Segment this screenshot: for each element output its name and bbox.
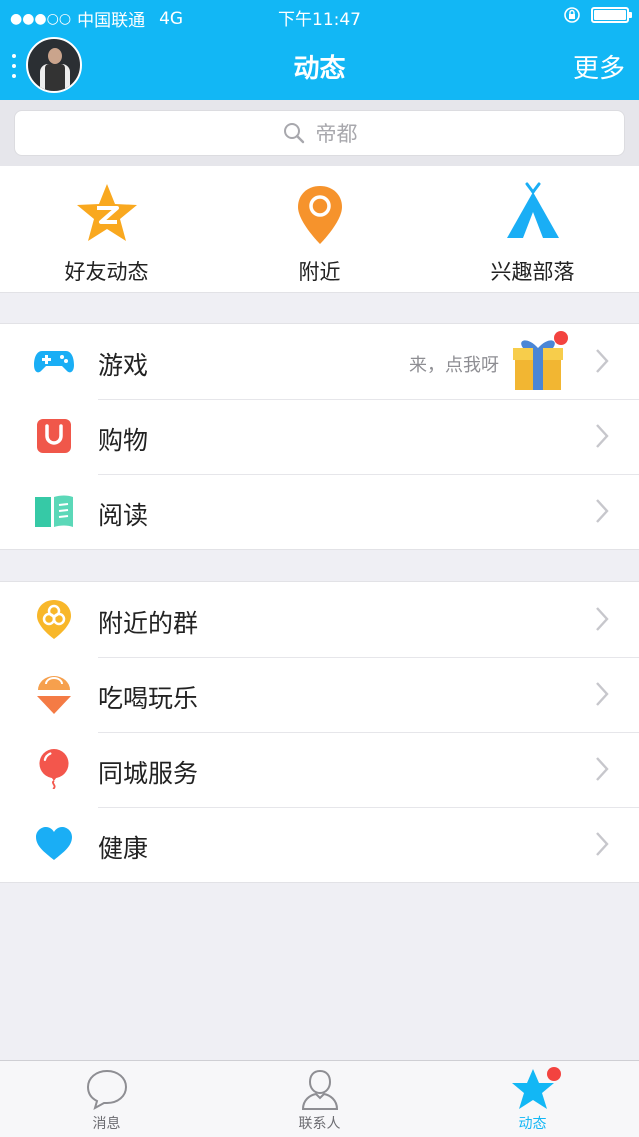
item-label: 健康	[98, 834, 149, 863]
quick-item-nearby[interactable]: 附近	[213, 182, 426, 286]
search-icon	[283, 123, 304, 144]
item-label: 吃喝玩乐	[98, 684, 199, 713]
list-item-food-fun[interactable]: 吃喝玩乐	[0, 657, 639, 732]
page-title: 动态	[293, 54, 346, 84]
list-item-nearby-groups[interactable]: 附近的群	[0, 582, 639, 657]
ice-cream-icon	[37, 676, 71, 714]
chevron-right-icon	[596, 832, 609, 856]
search-area: 帝都	[0, 100, 639, 166]
tab-label: 动态	[518, 1116, 547, 1132]
promo-text: 来，点我呀	[409, 355, 499, 376]
tab-label: 联系人	[298, 1116, 341, 1132]
item-label: 阅读	[98, 501, 149, 530]
heart-icon	[36, 827, 72, 860]
chevron-right-icon	[596, 349, 609, 373]
rotation-lock-icon	[564, 7, 580, 23]
list-item-city-services[interactable]: 同城服务	[0, 732, 639, 807]
status-time: 下午11:47	[278, 10, 361, 30]
nav-bar: 动态 更多	[0, 34, 639, 100]
shopping-bag-icon	[37, 419, 71, 453]
list-group-2: 附近的群 吃喝玩乐 同城服务 健康	[0, 581, 639, 883]
tab-messages[interactable]: 消息	[0, 1067, 213, 1133]
quick-label: 好友动态	[64, 260, 149, 284]
quick-item-interest-tribe[interactable]: 兴趣部落	[426, 182, 639, 286]
balloon-icon	[39, 749, 69, 789]
quick-item-friend-feed[interactable]: 好友动态	[0, 182, 213, 286]
search-input[interactable]: 帝都	[14, 110, 625, 156]
gift-box-icon	[513, 331, 568, 390]
item-label: 游戏	[98, 351, 149, 380]
qzone-star-icon	[76, 184, 137, 241]
item-label: 购物	[98, 426, 149, 455]
gamepad-icon	[34, 351, 74, 373]
item-label: 附近的群	[98, 609, 199, 638]
list-item-health[interactable]: 健康	[0, 807, 639, 882]
chevron-right-icon	[596, 607, 609, 631]
notification-dot	[547, 1067, 561, 1081]
battery-icon	[591, 7, 632, 23]
tab-feed[interactable]: 动态	[426, 1067, 639, 1133]
location-pin-icon	[297, 186, 342, 244]
tab-label: 消息	[92, 1116, 121, 1132]
nearby-group-icon	[37, 600, 71, 639]
quick-label: 兴趣部落	[490, 260, 575, 284]
more-button[interactable]: 更多	[573, 48, 625, 85]
list-item-games[interactable]: 游戏 来，点我呀	[0, 324, 639, 399]
header: ●●●○○ 中国联通 4G 下午11:47 动态 更多	[0, 0, 639, 100]
status-bar: ●●●○○ 中国联通 4G 下午11:47	[0, 0, 639, 34]
book-icon	[35, 495, 73, 527]
quick-entries: 好友动态 附近 兴趣部落	[0, 166, 639, 293]
tab-contacts[interactable]: 联系人	[213, 1067, 426, 1133]
chevron-right-icon	[596, 499, 609, 523]
chevron-right-icon	[596, 424, 609, 448]
list-item-reading[interactable]: 阅读	[0, 474, 639, 549]
list-group-1: 游戏 来，点我呀 购物 阅读	[0, 323, 639, 550]
chat-bubble-icon	[86, 1069, 127, 1111]
search-placeholder: 帝都	[315, 122, 358, 146]
contacts-icon	[301, 1069, 338, 1110]
chevron-right-icon	[596, 682, 609, 706]
tab-bar: 消息 联系人 动态	[0, 1060, 639, 1137]
chevron-right-icon	[596, 757, 609, 781]
list-item-shopping[interactable]: 购物	[0, 399, 639, 474]
tent-icon	[506, 182, 559, 238]
quick-label: 附近	[298, 260, 341, 284]
item-label: 同城服务	[98, 759, 199, 788]
